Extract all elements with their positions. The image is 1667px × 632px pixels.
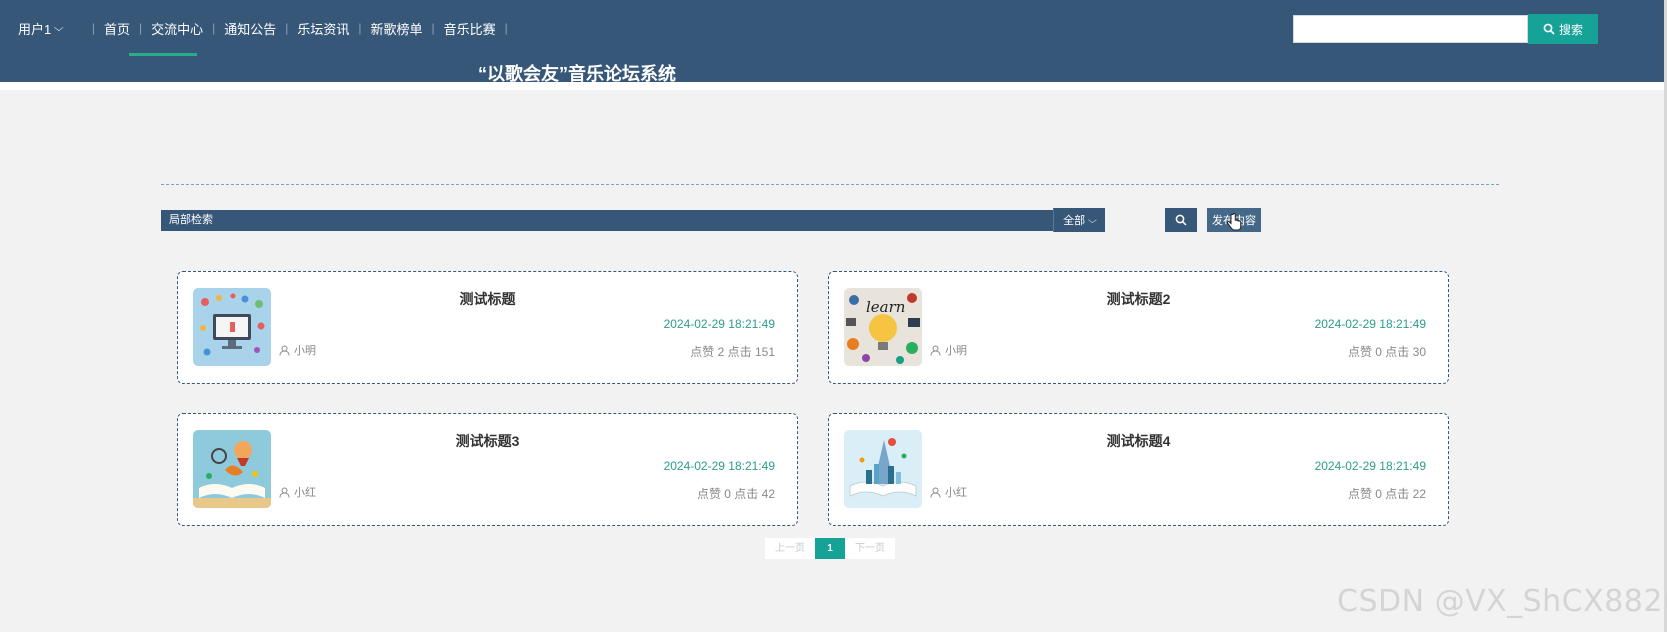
user-menu[interactable]: 用户1 ⌵ (18, 19, 64, 38)
nav-item-contest[interactable]: 音乐比赛 (444, 19, 496, 38)
watermark: CSDN @VX_ShCX8820 (1337, 584, 1667, 619)
main-nav: 用户1 ⌵ | 首页 | 交流中心 | 通知公告 | 乐坛资讯 | 新歌榜单 |… (18, 18, 517, 38)
post-author: 小红 (279, 484, 316, 500)
post-thumbnail (193, 430, 271, 508)
post-date: 2024-02-29 18:21:49 (663, 459, 775, 473)
search-icon (1175, 214, 1187, 226)
local-search-input[interactable] (161, 210, 1053, 231)
post-title[interactable]: 测试标题4 (929, 431, 1348, 451)
nav-separator: | (358, 21, 362, 35)
nav-separator: | (138, 21, 143, 35)
user-icon (930, 345, 941, 356)
nav-item-news[interactable]: 乐坛资讯 (297, 19, 349, 38)
search-button-label: 搜索 (1558, 22, 1583, 37)
header-search-button[interactable]: 搜索 (1528, 14, 1598, 44)
category-select[interactable]: 全部 ⌵ (1053, 208, 1105, 232)
post-date: 2024-02-29 18:21:49 (1314, 459, 1426, 473)
chevron-down-icon: ⌵ (54, 22, 64, 34)
filter-search-button[interactable] (1165, 208, 1197, 232)
header-search-input[interactable] (1293, 15, 1528, 43)
nav-item-notices[interactable]: 通知公告 (224, 19, 276, 38)
nav-separator: | (212, 21, 216, 35)
user-icon (279, 345, 290, 356)
post-author: 小明 (930, 342, 967, 358)
top-header: 用户1 ⌵ | 首页 | 交流中心 | 通知公告 | 乐坛资讯 | 新歌榜单 |… (0, 0, 1667, 84)
post-thumbnail (844, 430, 922, 508)
prev-page-button[interactable]: 上一页 (765, 538, 815, 559)
user-icon (930, 487, 941, 498)
pagination: 上一页 1 下一页 (765, 538, 895, 559)
category-select-value: 全部 (1063, 215, 1086, 227)
user-menu-label: 用户1 (18, 21, 52, 37)
nav-separator: | (504, 21, 508, 35)
post-title[interactable]: 测试标题2 (929, 289, 1348, 309)
current-page-button[interactable]: 1 (815, 538, 845, 559)
header-strip (0, 82, 1667, 90)
next-page-button[interactable]: 下一页 (845, 538, 895, 559)
post-stats: 点赞 0 点击 30 (1347, 345, 1426, 359)
chevron-down-icon: ⌵ (1088, 214, 1097, 225)
nav-separator: | (431, 21, 435, 35)
active-nav-indicator (129, 53, 197, 56)
post-date: 2024-02-29 18:21:49 (1314, 317, 1426, 331)
post-author-name: 小明 (294, 345, 316, 357)
post-author-name: 小红 (945, 487, 967, 499)
user-icon (279, 487, 290, 498)
dashed-divider (161, 184, 1499, 185)
post-stats: 点赞 2 点击 151 (690, 345, 775, 359)
nav-item-home[interactable]: 首页 (104, 19, 130, 38)
post-author: 小红 (930, 484, 967, 500)
post-card[interactable]: 测试标题4 2024-02-29 18:21:49 小红 点赞 0 点击 22 (828, 413, 1449, 526)
post-thumbnail: learn (844, 288, 922, 366)
post-author: 小明 (279, 342, 316, 358)
svg-text:learn: learn (866, 298, 905, 316)
search-icon (1543, 23, 1555, 35)
post-stats: 点赞 0 点击 22 (1347, 487, 1426, 501)
nav-item-charts[interactable]: 新歌榜单 (371, 19, 423, 38)
post-thumbnail (193, 288, 271, 366)
post-card[interactable]: 测试标题3 2024-02-29 18:21:49 小红 点赞 0 点击 42 (177, 413, 798, 526)
post-card[interactable]: learn 测试标题2 2024-02-29 18:21:49 小明 点赞 0 … (828, 271, 1449, 384)
nav-separator: | (285, 21, 289, 35)
nav-item-forum[interactable]: 交流中心 (151, 19, 203, 38)
post-author-name: 小红 (294, 487, 316, 499)
nav-separator: | (91, 21, 95, 35)
post-author-name: 小明 (945, 345, 967, 357)
post-stats: 点赞 0 点击 42 (696, 487, 775, 501)
hand-cursor-icon (1226, 213, 1242, 231)
post-date: 2024-02-29 18:21:49 (663, 317, 775, 331)
post-title[interactable]: 测试标题3 (278, 431, 697, 451)
post-title[interactable]: 测试标题 (278, 289, 697, 309)
post-card[interactable]: 测试标题 2024-02-29 18:21:49 小明 点赞 2 点击 151 (177, 271, 798, 384)
